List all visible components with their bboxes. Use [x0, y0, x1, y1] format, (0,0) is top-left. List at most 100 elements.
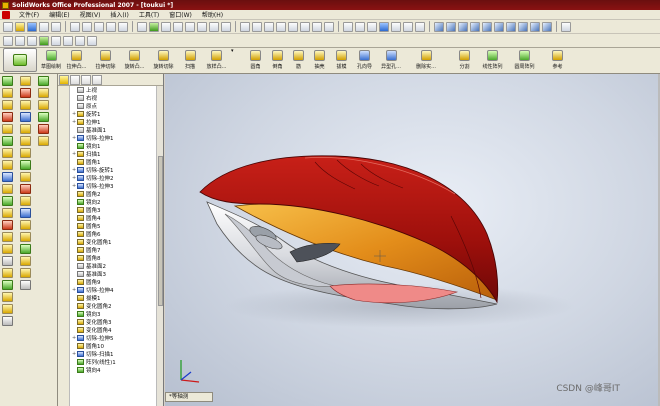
solidworks-logo-icon[interactable] [2, 10, 10, 19]
feature-icon[interactable] [20, 256, 31, 266]
menu-window[interactable]: 窗口(W) [164, 10, 197, 19]
circle-icon[interactable] [39, 35, 49, 46]
feature-icon[interactable] [2, 184, 13, 194]
feature-icon[interactable] [2, 304, 13, 314]
feature-icon[interactable] [2, 172, 13, 182]
linear-pattern-button[interactable]: 线性阵列 [478, 48, 508, 72]
loft-button[interactable]: 放样凸... [203, 48, 230, 72]
trimetric-view-icon[interactable] [518, 21, 528, 32]
feature-tree-item[interactable]: + 拉伸1 [72, 118, 156, 126]
left-view-icon[interactable] [458, 21, 468, 32]
feature-tree-item[interactable]: + 旋转1 [72, 110, 156, 118]
feature-icon[interactable] [2, 280, 13, 290]
feature-icon[interactable] [2, 124, 13, 134]
zoom-in-out-icon[interactable] [264, 21, 274, 32]
hole-wizard-button[interactable]: 孔向导 [354, 48, 376, 72]
feature-tree-item[interactable]: 圆角6 [72, 230, 156, 238]
hidden-lines-visible-icon[interactable] [355, 21, 365, 32]
help-icon[interactable] [173, 21, 183, 32]
feature-tree-item[interactable]: + 切除-扫描1 [72, 350, 156, 358]
feature-icon[interactable] [20, 184, 31, 194]
property-manager-tab-icon[interactable] [70, 75, 80, 85]
feature-tree-scrollbar[interactable] [156, 86, 163, 406]
hidden-lines-removed-icon[interactable] [367, 21, 377, 32]
extrude-boss-button[interactable]: 拉伸凸... [63, 48, 90, 72]
sketch-button[interactable] [3, 48, 37, 72]
zoom-icon[interactable] [221, 21, 231, 32]
feature-icon[interactable] [38, 136, 49, 146]
front-view-icon[interactable] [434, 21, 444, 32]
new-file-icon[interactable] [3, 21, 13, 32]
feature-tree-item[interactable]: 圆角5 [72, 222, 156, 230]
feature-icon[interactable] [20, 244, 31, 254]
feature-icon[interactable] [2, 316, 13, 326]
menu-insert[interactable]: 插入(I) [105, 10, 133, 19]
open-file-icon[interactable] [15, 21, 25, 32]
rectangle-icon[interactable] [27, 35, 37, 46]
circular-pattern-button[interactable]: 圆周阵列 [510, 48, 540, 72]
feature-tree-item[interactable]: 镜向4 [72, 366, 156, 374]
dimxpert-tab-icon[interactable] [92, 75, 102, 85]
revolve-cut-button[interactable]: 旋转切除 [150, 48, 177, 72]
print-icon[interactable] [39, 21, 49, 32]
zoom-area-icon[interactable] [252, 21, 262, 32]
feature-icon[interactable] [2, 100, 13, 110]
feature-icon[interactable] [38, 112, 49, 122]
feature-icon[interactable] [20, 220, 31, 230]
rib-button[interactable]: 筋 [290, 48, 308, 72]
feature-icon[interactable] [20, 124, 31, 134]
feature-icon[interactable] [20, 172, 31, 182]
feature-tree-item[interactable]: + 扫描1 [72, 150, 156, 158]
feature-icon[interactable] [2, 148, 13, 158]
feature-tree-item[interactable]: 圆角1 [72, 158, 156, 166]
feature-icon[interactable] [20, 136, 31, 146]
options-icon[interactable] [161, 21, 171, 32]
copy-icon[interactable] [82, 21, 92, 32]
feature-tree-item[interactable]: 拔模1 [72, 294, 156, 302]
graphics-viewport[interactable]: *等轴测 CSDN @峰哥IT [165, 74, 660, 406]
feature-icon[interactable] [20, 280, 31, 290]
point-icon[interactable] [75, 35, 85, 46]
feature-icon[interactable] [38, 124, 49, 134]
feature-icon[interactable] [20, 76, 31, 86]
dimetric-view-icon[interactable] [530, 21, 540, 32]
feature-tree-item[interactable]: + 切除-拉伸4 [72, 286, 156, 294]
menu-view[interactable]: 视图(V) [75, 10, 106, 19]
feature-icon[interactable] [20, 196, 31, 206]
sketch-toggle-icon[interactable] [185, 21, 195, 32]
feature-icon[interactable] [2, 256, 13, 266]
grid-icon[interactable] [209, 21, 219, 32]
previous-view-icon[interactable] [312, 21, 322, 32]
cut-icon[interactable] [70, 21, 80, 32]
shaded-with-edges-icon[interactable] [379, 21, 389, 32]
feature-tree-item[interactable]: 变化圆角1 [72, 238, 156, 246]
feature-icon[interactable] [2, 232, 13, 242]
feature-icon[interactable] [2, 88, 13, 98]
draft-button[interactable]: 拔模 [332, 48, 352, 72]
feature-tree-item[interactable]: 镜向2 [72, 198, 156, 206]
scrollbar-thumb[interactable] [158, 156, 163, 306]
top-view-icon[interactable] [482, 21, 492, 32]
centerline-icon[interactable] [87, 35, 97, 46]
zoom-fit-icon[interactable] [240, 21, 250, 32]
feature-tree-item[interactable]: 圆角7 [72, 246, 156, 254]
print-preview-icon[interactable] [51, 21, 61, 32]
feature-icon[interactable] [2, 196, 13, 206]
feature-manager-tab-icon[interactable] [59, 75, 69, 85]
chamfer-button[interactable]: 倒角 [268, 48, 288, 72]
feature-tree-item[interactable]: 圆角2 [72, 190, 156, 198]
feature-tree-item[interactable]: + 切除-拉伸1 [72, 134, 156, 142]
measure-icon[interactable] [561, 21, 571, 32]
feature-tree-item[interactable]: 右视 [72, 94, 156, 102]
feature-tree-item[interactable]: 变化圆角2 [72, 302, 156, 310]
feature-icon[interactable] [2, 220, 13, 230]
section-view-icon[interactable] [324, 21, 334, 32]
feature-icon[interactable] [20, 208, 31, 218]
feature-icon[interactable] [38, 76, 49, 86]
rebuild-icon[interactable] [149, 21, 159, 32]
feature-icon[interactable] [38, 100, 49, 110]
feature-icon[interactable] [20, 112, 31, 122]
feature-tree-item[interactable]: 原点 [72, 102, 156, 110]
feature-icon[interactable] [2, 244, 13, 254]
configuration-manager-tab-icon[interactable] [81, 75, 91, 85]
